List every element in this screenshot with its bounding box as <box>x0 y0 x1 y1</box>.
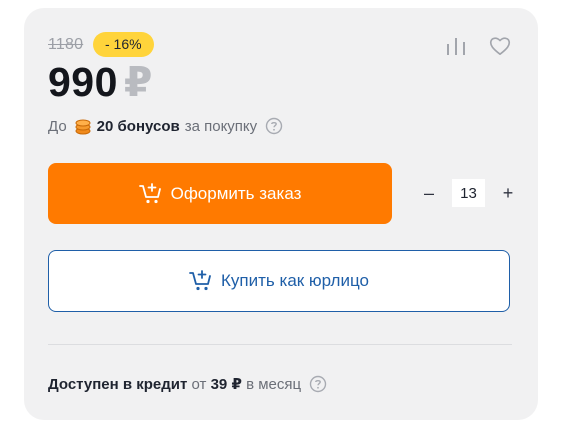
help-icon[interactable] <box>265 117 283 135</box>
help-icon[interactable] <box>309 375 327 393</box>
old-price: 1180 <box>48 36 84 53</box>
current-price: 990 ₽ <box>48 58 153 106</box>
discount-badge: - 16% <box>93 32 154 57</box>
bonus-suffix: за покупку <box>184 117 258 135</box>
favorite-button[interactable] <box>486 32 514 60</box>
heart-icon <box>489 37 511 55</box>
buy-as-legal-entity-button[interactable]: Купить как юрлицо <box>48 250 510 312</box>
decrease-quantity-button[interactable]: – <box>416 178 442 208</box>
price-currency: ₽ <box>123 59 153 105</box>
increase-quantity-button[interactable]: + <box>495 178 521 208</box>
bonus-amount: 20 бонусов <box>96 117 180 135</box>
buy-as-legal-entity-label: Купить как юрлицо <box>221 271 369 290</box>
credit-period: в месяц <box>246 375 302 393</box>
cart-plus-icon <box>189 270 213 292</box>
credit-from: от <box>191 375 207 393</box>
quantity-stepper: – 13 + <box>416 178 521 208</box>
credit-info: Доступен в кредит от 39 ₽ в месяц <box>48 374 327 394</box>
place-order-label: Оформить заказ <box>170 183 302 203</box>
bonus-info: До 20 бонусов за покупку <box>48 116 283 136</box>
divider <box>48 344 512 345</box>
price-value: 990 <box>48 59 118 105</box>
compare-button[interactable] <box>442 32 470 60</box>
cart-plus-icon <box>138 182 163 205</box>
quantity-field[interactable]: 13 <box>452 179 485 207</box>
credit-amount: 39 ₽ <box>210 376 242 393</box>
stats-icon <box>447 38 465 55</box>
credit-label: Доступен в кредит <box>48 375 188 393</box>
bonus-prefix: До <box>48 117 67 135</box>
coins-icon <box>73 116 93 136</box>
place-order-button[interactable]: Оформить заказ <box>48 163 392 224</box>
